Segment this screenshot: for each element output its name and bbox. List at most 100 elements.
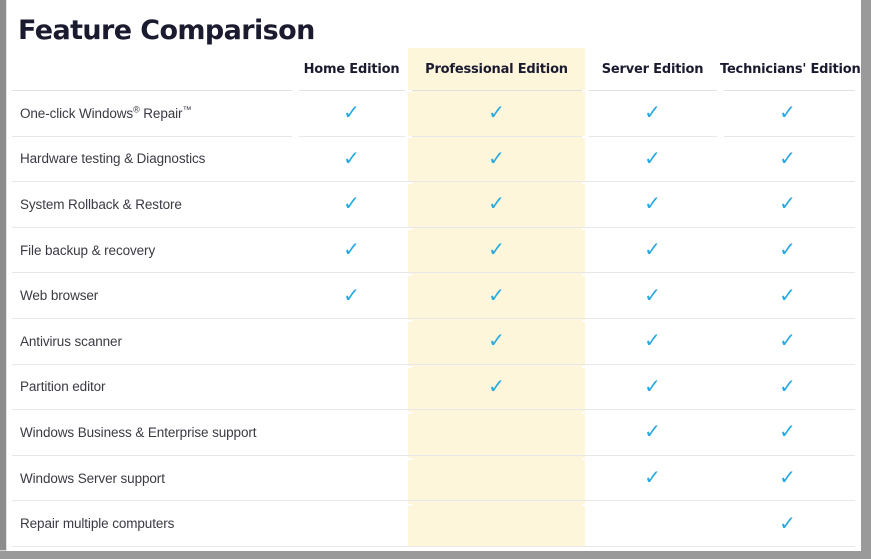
cell-server-edition: ✓ xyxy=(585,226,720,273)
cell-home-edition: ✓ xyxy=(295,90,408,137)
rule-gap xyxy=(292,550,299,551)
cell-home-edition: ✓ xyxy=(295,272,408,319)
checkmark-icon: ✓ xyxy=(343,237,360,262)
cell-professional-edition: ✓ xyxy=(408,317,585,365)
checkmark-icon: ✓ xyxy=(644,465,661,490)
feature-label: One-click Windows® Repair™ xyxy=(12,90,295,137)
cell-professional-edition: ✓ xyxy=(408,363,585,410)
column-header-feature xyxy=(12,48,295,91)
cell-professional-edition: ✓ xyxy=(408,181,585,228)
feature-label: System Rollback & Restore xyxy=(12,181,295,228)
rule-gap xyxy=(582,90,589,92)
checkmark-icon: ✓ xyxy=(779,237,796,262)
column-header-technicians-edition: Technicians' Edition xyxy=(720,48,861,91)
column-header-professional-edition: Professional Edition xyxy=(408,48,585,91)
rule-gap xyxy=(292,274,299,276)
feature-label: File backup & recovery xyxy=(12,226,295,273)
table-row: System Rollback & Restore ✓ ✓ ✓ ✓ xyxy=(12,181,855,228)
rule-gap xyxy=(582,504,589,506)
checkmark-icon: ✓ xyxy=(488,191,505,216)
cell-server-edition: ✓ xyxy=(585,272,720,319)
cell-server-edition: ✓ xyxy=(585,409,720,456)
checkmark-icon: ✓ xyxy=(488,373,505,398)
checkmark-icon: ✓ xyxy=(644,191,661,216)
rule-gap xyxy=(405,182,412,184)
rule-gap xyxy=(717,412,724,414)
cell-technicians-edition: ✓ xyxy=(720,90,855,137)
table-header: Home Edition Professional Edition Server… xyxy=(12,48,861,91)
cell-home-edition: ✓ xyxy=(295,226,408,273)
page-title: Feature Comparison xyxy=(18,15,315,47)
column-header-home-edition: Home Edition xyxy=(295,48,408,91)
table-header-row: Home Edition Professional Edition Server… xyxy=(12,48,861,91)
feature-label: Windows Business & Enterprise support xyxy=(12,409,295,456)
checkmark-icon: ✓ xyxy=(644,282,661,307)
cell-professional-edition: ✓ xyxy=(408,90,585,137)
page-shadow-right xyxy=(861,0,871,559)
table-row: One-click Windows® Repair™ ✓ ✓ ✓ ✓ xyxy=(12,90,855,137)
table-row: Partition editor✓✓✓✓ xyxy=(12,363,855,410)
checkmark-icon: ✓ xyxy=(779,145,796,170)
checkmark-icon: ✓ xyxy=(343,282,360,307)
rule-gap xyxy=(405,504,412,506)
checkmark-icon: ✓ xyxy=(343,145,360,170)
rule-gap xyxy=(292,458,299,460)
rule-gap xyxy=(405,90,412,92)
rule-gap xyxy=(582,412,589,414)
rule-gap xyxy=(717,366,724,368)
checkmark-icon: ✓ xyxy=(779,373,796,398)
feature-label: Partition editor xyxy=(12,363,295,410)
registered-trademark-symbol: ® xyxy=(133,104,140,115)
table-row: File backup & recovery ✓ ✓ ✓ ✓ xyxy=(12,226,855,273)
cell-server-edition: ✓ xyxy=(585,363,720,410)
feature-label: Repair multiple computers xyxy=(12,500,295,547)
rule-gap xyxy=(717,550,724,551)
cell-server-edition: ✓ xyxy=(585,317,720,365)
rule-gap xyxy=(292,182,299,184)
table-row: Web browser ✓ ✓ ✓ ✓ xyxy=(12,272,855,319)
sheet-left-rule xyxy=(6,0,7,551)
checkmark-icon: ✓ xyxy=(644,237,661,262)
checkmark-icon: ✓ xyxy=(779,328,796,353)
rule-gap xyxy=(292,136,299,138)
cell-professional-edition: ✓ xyxy=(408,409,585,456)
column-header-server-edition: Server Edition xyxy=(585,48,720,91)
rule-gap xyxy=(405,458,412,460)
cell-technicians-edition: ✓ xyxy=(720,135,855,182)
cell-technicians-edition: ✓ xyxy=(720,363,855,410)
rule-gap xyxy=(582,182,589,184)
rule-gap xyxy=(405,412,412,414)
checkmark-icon: ✓ xyxy=(779,510,796,535)
cell-professional-edition: ✓ xyxy=(408,226,585,273)
rule-gap xyxy=(582,228,589,230)
rule-gap xyxy=(582,458,589,460)
rule-gap xyxy=(717,274,724,276)
rule-gap xyxy=(717,458,724,460)
checkmark-icon: ✓ xyxy=(644,145,661,170)
feature-comparison-table: Home Edition Professional Edition Server… xyxy=(12,48,861,547)
checkmark-icon: ✓ xyxy=(488,328,505,353)
cell-professional-edition: ✓ xyxy=(408,272,585,319)
checkmark-icon: ✓ xyxy=(343,100,360,125)
rule-gap xyxy=(582,550,589,551)
cell-home-edition: ✓ xyxy=(295,500,408,547)
rule-gap xyxy=(405,136,412,138)
feature-label: Hardware testing & Diagnostics xyxy=(12,135,295,182)
rule-gap xyxy=(405,274,412,276)
cell-home-edition: ✓ xyxy=(295,181,408,228)
rule-gap xyxy=(292,412,299,414)
cell-technicians-edition: ✓ xyxy=(720,181,855,228)
feature-label: Web browser xyxy=(12,272,295,319)
cell-technicians-edition: ✓ xyxy=(720,272,855,319)
rule-gap xyxy=(292,320,299,322)
cell-home-edition: ✓ xyxy=(295,454,408,501)
cell-technicians-edition: ✓ xyxy=(720,409,855,456)
cell-professional-edition: ✓ xyxy=(408,454,585,501)
cell-server-edition: ✓ xyxy=(585,181,720,228)
cell-technicians-edition: ✓ xyxy=(720,317,855,365)
checkmark-icon: ✓ xyxy=(779,191,796,216)
rule-gap xyxy=(717,504,724,506)
cell-server-edition: ✓ xyxy=(585,135,720,182)
table-body: One-click Windows® Repair™ ✓ ✓ ✓ ✓ Hardware t… xyxy=(12,90,855,547)
table-row: Antivirus scanner✓✓✓✓ xyxy=(12,317,855,365)
